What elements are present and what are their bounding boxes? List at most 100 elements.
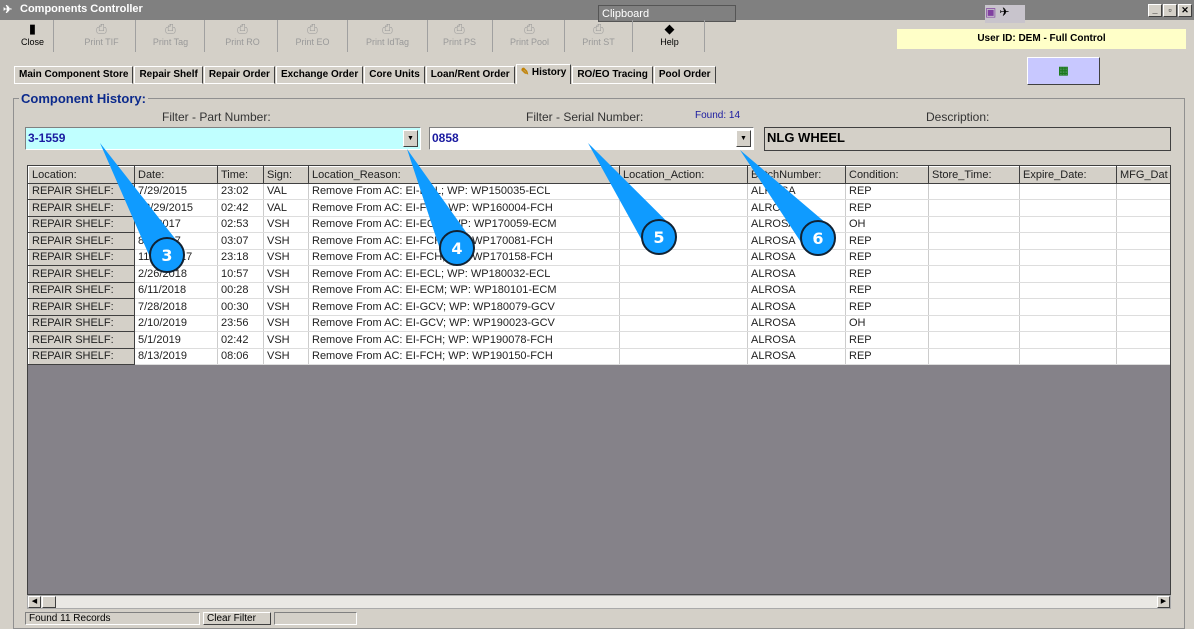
column-header[interactable]: Condition: — [845, 166, 929, 184]
cell-sign: VAL — [263, 183, 309, 200]
table-row[interactable]: REPAIR SHELF: 8/13/2019 08:06 VSH Remove Fro… — [28, 347, 1170, 365]
cell-expiredate — [1019, 232, 1117, 250]
cell-batchnumber: ALROSA — [747, 282, 846, 299]
cell-expiredate — [1019, 315, 1117, 332]
cell-storetime — [928, 315, 1020, 332]
column-header[interactable]: Location_Action: — [619, 166, 748, 184]
column-header[interactable]: Store_Time: — [928, 166, 1020, 184]
cell-batchnumber: ALROSA — [747, 348, 846, 365]
print-tif-button[interactable]: ⎙ Print TIF — [68, 20, 136, 52]
close-button[interactable]: ▮ Close — [12, 20, 54, 52]
cell-locationreason: Remove From AC: EI-FCH; WP: WP170158-FCH — [308, 249, 620, 266]
scroll-thumb[interactable] — [42, 596, 56, 608]
printer-icon: ⎙ — [307, 21, 318, 36]
export-excel-button[interactable]: ▦ — [1027, 57, 1100, 85]
print-st-button[interactable]: ⎙ Print ST — [565, 20, 633, 52]
cell-mfgdat — [1116, 348, 1170, 365]
history-grid[interactable]: Location: Date: Time: Sign: Location_Reason:… — [27, 165, 1171, 595]
cell-condition: REP — [845, 232, 929, 250]
chevron-down-icon[interactable]: ▼ — [736, 130, 751, 147]
folder-icon[interactable]: ▣ — [985, 5, 996, 19]
table-row[interactable]: REPAIR SHELF: 6/11/2018 00:28 VSH Remove Fro… — [28, 281, 1170, 299]
print-idtag-button[interactable]: ⎙ Print IdTag — [348, 20, 428, 52]
tab-pool-order[interactable]: Pool Order — [653, 66, 716, 84]
tab-history[interactable]: ✎ History — [515, 64, 572, 84]
column-header[interactable]: Time: — [217, 166, 264, 184]
plane-icon[interactable]: ✈ — [999, 5, 1009, 19]
column-header[interactable]: Location_Reason: — [308, 166, 620, 184]
cell-batchnumber: ALROSA — [747, 232, 846, 250]
part-number-filter[interactable]: 3-1559 ▼ — [25, 127, 421, 150]
table-row[interactable]: REPAIR SHELF: 3/6/2017 02:53 VSH Remove From… — [28, 215, 1170, 233]
table-row[interactable]: REPAIR SHELF: 7/28/2018 00:30 VSH Remove Fro… — [28, 298, 1170, 316]
cell-time: 02:42 — [217, 199, 264, 217]
tray-icons[interactable]: ▣ ✈ — [985, 5, 1025, 23]
serial-filter-label: Filter - Serial Number: — [526, 110, 644, 124]
serial-number-filter[interactable]: 0858 ▼ — [429, 127, 754, 150]
column-header[interactable]: BatchNumber: — [747, 166, 846, 184]
cell-date: 11/14/2017 — [134, 249, 218, 266]
cell-condition: REP — [845, 331, 929, 349]
printer-icon: ⎙ — [237, 21, 248, 36]
cell-date: 7/28/2018 — [134, 298, 218, 316]
table-row[interactable]: REPAIR SHELF: 2/10/2019 23:56 VSH Remove Fro… — [28, 314, 1170, 332]
minimize-button[interactable]: _ — [1148, 4, 1162, 17]
horizontal-scrollbar[interactable]: ◀ ▶ — [27, 595, 1171, 609]
column-header[interactable]: Expire_Date: — [1019, 166, 1117, 184]
cell-expiredate — [1019, 331, 1117, 349]
column-header[interactable]: Date: — [134, 166, 218, 184]
table-row[interactable]: REPAIR SHELF: 7/29/2015 23:02 VAL Remove Fro… — [28, 182, 1170, 200]
table-row[interactable]: REPAIR SHELF: 2/26/2018 10:57 VSH Remove Fro… — [28, 265, 1170, 283]
tab-repair-shelf[interactable]: Repair Shelf — [134, 66, 203, 84]
cell-batchnumber: ALROSA — [747, 315, 846, 332]
cell-storetime — [928, 298, 1020, 316]
cell-locationreason: Remove From AC: EI-ECL; WP: WP150035-ECL — [308, 183, 620, 200]
cell-time: 02:42 — [217, 331, 264, 349]
tab-label: Main Component Store — [19, 69, 129, 80]
scroll-right-icon[interactable]: ▶ — [1157, 596, 1170, 608]
cell-date: 5/1/2019 — [134, 331, 218, 349]
tab-loan-rent-order[interactable]: Loan/Rent Order — [425, 66, 515, 84]
table-row[interactable]: REPAIR SHELF: 8/4/2017 03:07 VSH Remove From… — [28, 232, 1170, 250]
table-row[interactable]: REPAIR SHELF: 5/1/2019 02:42 VSH Remove From… — [28, 331, 1170, 349]
restore-button[interactable]: ▫ — [1163, 4, 1177, 17]
help-button[interactable]: ◆ Help — [635, 20, 705, 52]
cell-batchnumber: ALROSA — [747, 249, 846, 266]
print-pool-button[interactable]: ⎙ Print Pool — [495, 20, 565, 52]
scroll-left-icon[interactable]: ◀ — [28, 596, 41, 608]
cell-location: REPAIR SHELF: — [28, 298, 135, 316]
clear-filter-button[interactable]: Clear Filter — [203, 612, 271, 625]
door-icon: ▮ — [28, 21, 37, 36]
column-header[interactable]: Location: — [28, 166, 135, 184]
chevron-down-icon[interactable]: ▼ — [403, 130, 418, 147]
close-window-button[interactable]: ✕ — [1178, 4, 1192, 17]
toolbar-label: Print EO — [295, 37, 330, 47]
print-eo-button[interactable]: ⎙ Print EO — [278, 20, 348, 52]
tab-main-component-store[interactable]: Main Component Store — [14, 66, 134, 84]
print-ps-button[interactable]: ⎙ Print PS — [427, 20, 493, 52]
cell-mfgdat — [1116, 199, 1170, 217]
cell-time: 23:56 — [217, 315, 264, 332]
print-tag-button[interactable]: ⎙ Print Tag — [137, 20, 205, 52]
print-ro-button[interactable]: ⎙ Print RO — [208, 20, 278, 52]
cell-locationaction — [619, 216, 748, 233]
cell-batchnumber: ALROSA — [747, 183, 846, 200]
tab-core-units[interactable]: Core Units — [364, 66, 425, 84]
tab-ro-eo-tracing[interactable]: RO/EO Tracing — [572, 66, 653, 84]
cell-date: 2/26/2018 — [134, 265, 218, 283]
tab-repair-order[interactable]: Repair Order — [203, 66, 275, 84]
description-label: Description: — [926, 110, 990, 124]
table-row[interactable]: REPAIR SHELF: 12/29/2015 02:42 VAL Remove Fr… — [28, 199, 1170, 217]
column-header[interactable]: Sign: — [263, 166, 309, 184]
tab-exchange-order[interactable]: Exchange Order — [275, 66, 364, 84]
cell-location: REPAIR SHELF: — [28, 265, 135, 283]
column-header[interactable]: MFG_Dat — [1116, 166, 1170, 184]
cell-time: 08:06 — [217, 348, 264, 365]
table-row[interactable]: REPAIR SHELF: 11/14/2017 23:18 VSH Remove Fr… — [28, 248, 1170, 266]
tab-label: Core Units — [369, 69, 420, 80]
help-book-icon: ◆ — [664, 21, 675, 36]
cell-mfgdat — [1116, 265, 1170, 283]
excel-icon: ▦ — [1058, 65, 1069, 77]
tab-label: Exchange Order — [280, 69, 359, 80]
cell-expiredate — [1019, 265, 1117, 283]
